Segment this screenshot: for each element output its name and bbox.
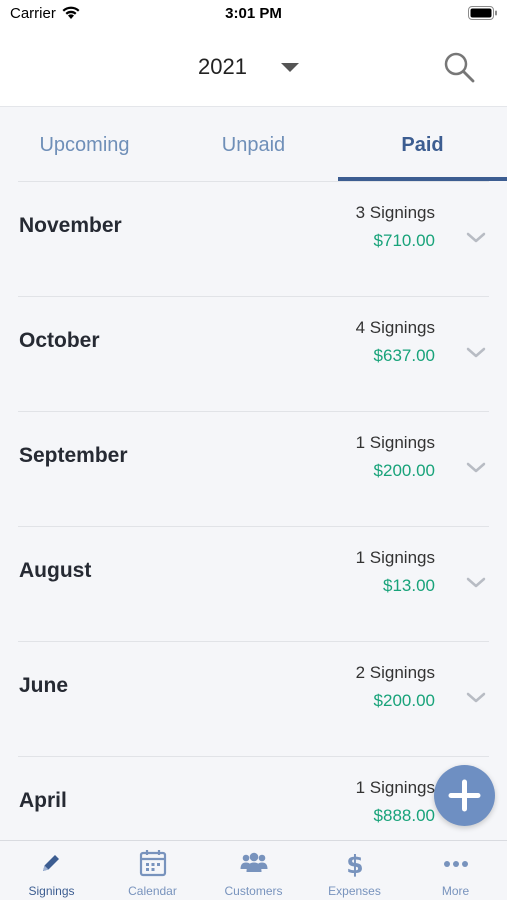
chevron-down-icon[interactable]	[466, 347, 486, 359]
month-amount: $200.00	[373, 461, 435, 480]
nav-label: Expenses	[328, 884, 381, 898]
nav-signings[interactable]: Signings	[1, 841, 102, 900]
add-signing-button[interactable]	[434, 765, 495, 826]
plus-icon	[448, 779, 481, 812]
signings-count: 4 Signings	[355, 318, 435, 337]
header: 2021	[0, 30, 507, 107]
search-icon	[444, 52, 475, 83]
nav-label: More	[441, 884, 470, 898]
signings-count: 1 Signings	[355, 778, 435, 797]
month-amount: $200.00	[373, 691, 435, 710]
status-bar: Carrier 3:01 PM	[0, 0, 507, 30]
chevron-down-icon[interactable]	[466, 692, 486, 704]
month-row-august[interactable]: August 1 Signings $13.00	[0, 527, 507, 642]
users-icon	[240, 852, 268, 872]
month-list: November 3 Signings $710.00 October 4 Si…	[0, 182, 507, 840]
signings-count: 2 Signings	[355, 663, 435, 682]
year-dropdown[interactable]: 2021	[198, 52, 299, 82]
signings-count: 3 Signings	[355, 203, 435, 222]
nav-label: Calendar	[128, 884, 177, 898]
month-amount: $888.00	[373, 806, 435, 825]
chevron-down-icon[interactable]	[466, 462, 486, 474]
tab-paid[interactable]: Paid	[338, 108, 507, 182]
month-amount: $710.00	[373, 231, 435, 250]
caret-down-icon	[280, 62, 299, 72]
signings-count: 1 Signings	[355, 548, 435, 567]
nav-expenses[interactable]: $ Expenses	[304, 841, 405, 900]
month-row-june[interactable]: June 2 Signings $200.00	[0, 642, 507, 757]
svg-text:$: $	[346, 850, 363, 877]
month-row-october[interactable]: October 4 Signings $637.00	[0, 297, 507, 412]
more-dots-icon	[444, 861, 468, 867]
month-name: August	[19, 559, 92, 582]
month-row-november[interactable]: November 3 Signings $710.00	[0, 182, 507, 297]
nav-more[interactable]: More	[405, 841, 506, 900]
month-amount: $637.00	[373, 346, 435, 365]
month-amount: $13.00	[383, 576, 435, 595]
chevron-down-icon[interactable]	[466, 577, 486, 589]
pencil-icon	[43, 855, 59, 871]
month-row-april[interactable]: April 1 Signings $888.00	[0, 757, 507, 840]
nav-calendar[interactable]: Calendar	[102, 841, 203, 900]
nav-label: Signings	[28, 884, 75, 898]
status-time: 3:01 PM	[225, 5, 282, 22]
tab-upcoming[interactable]: Upcoming	[0, 108, 169, 182]
filter-tabs: Upcoming Unpaid Paid	[0, 108, 507, 182]
chevron-down-icon[interactable]	[466, 232, 486, 244]
month-name: November	[19, 214, 122, 237]
calendar-icon	[139, 850, 167, 877]
nav-customers[interactable]: Customers	[203, 841, 304, 900]
month-row-september[interactable]: September 1 Signings $200.00	[0, 412, 507, 527]
nav-label: Customers	[224, 884, 283, 898]
search-button[interactable]	[442, 50, 476, 84]
year-label: 2021	[198, 54, 247, 79]
battery-icon	[468, 6, 498, 25]
month-name: September	[19, 444, 128, 467]
signings-count: 1 Signings	[355, 433, 435, 452]
bottom-tab-bar: Signings Calendar Customers $ Expenses M…	[0, 840, 507, 900]
month-name: June	[19, 674, 69, 697]
dollar-icon: $	[346, 850, 363, 877]
month-name: April	[19, 789, 67, 812]
tab-unpaid[interactable]: Unpaid	[169, 108, 338, 182]
month-name: October	[19, 329, 100, 352]
